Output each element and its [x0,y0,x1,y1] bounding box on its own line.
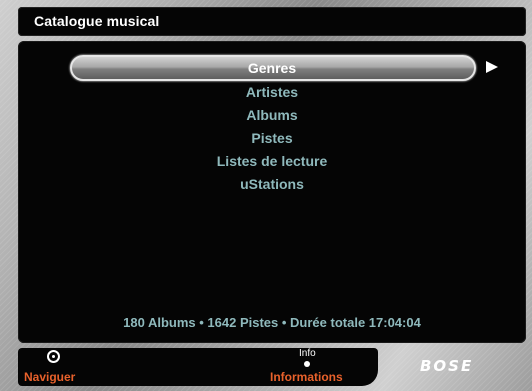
bose-logo: BOSE [420,357,474,375]
menu-item-listes-de-lecture[interactable]: Listes de lecture [18,150,526,173]
menu-item-albums[interactable]: Albums [18,104,526,127]
title-bar: Catalogue musical [18,7,526,36]
main-panel: Genres Artistes Albums Pistes Listes de … [18,41,526,343]
bottom-bar: Naviguer Info Informations [18,348,378,386]
menu-item-ustations[interactable]: uStations [18,173,526,196]
navigate-button[interactable]: Naviguer [24,370,75,384]
menu-item-pistes[interactable]: Pistes [18,127,526,150]
page-title: Catalogue musical [34,13,160,29]
menu-list: Genres Artistes Albums Pistes Listes de … [18,55,526,196]
info-caption: Info [299,348,316,359]
menu-item-genres[interactable]: Genres [18,55,526,81]
info-dot-icon [304,361,310,367]
menu-item-artistes[interactable]: Artistes [18,81,526,104]
informations-button[interactable]: Informations [270,370,343,384]
library-stats: 180 Albums • 1642 Pistes • Durée totale … [123,315,421,330]
navigate-pad-icon [47,350,60,363]
